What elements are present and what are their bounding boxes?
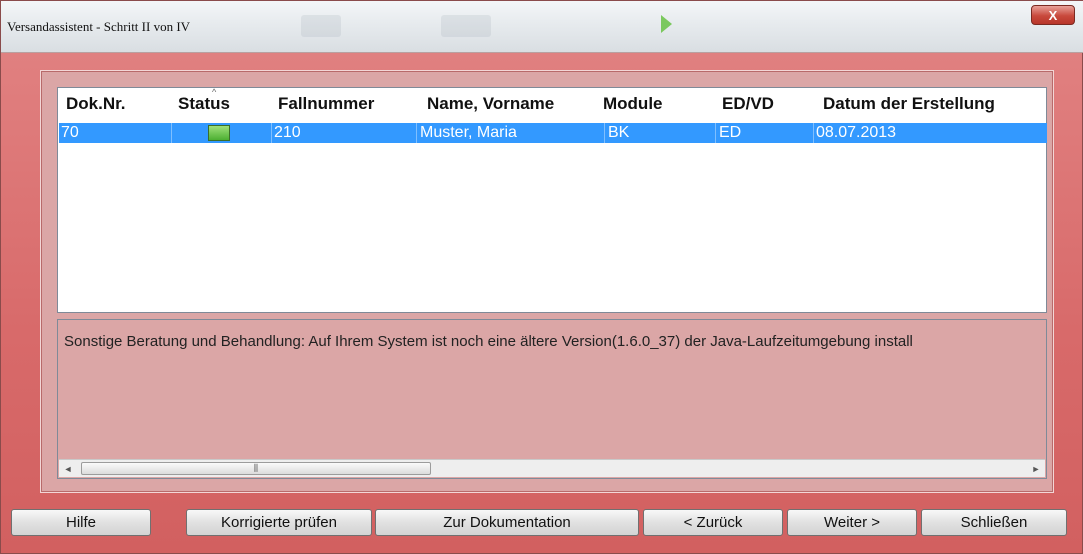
title-bar: Versandassistent - Schritt II von IV X	[1, 1, 1083, 53]
close-button[interactable]: X	[1031, 5, 1075, 25]
background-play-icon	[661, 15, 672, 33]
grid-header: Dok.Nr. Status ^ Fallnummer Name, Vornam…	[58, 87, 1046, 122]
cell-module: BK	[608, 124, 630, 141]
cell-datum: 08.07.2013	[816, 124, 897, 141]
cell-dok-nr: 70	[61, 124, 79, 141]
next-button[interactable]: Weiter >	[787, 509, 917, 536]
cell-fallnummer: 210	[274, 124, 301, 141]
column-header-status[interactable]: Status	[178, 94, 230, 114]
column-header-datum[interactable]: Datum der Erstellung	[823, 94, 995, 114]
scroll-thumb[interactable]: ⫼	[81, 462, 431, 475]
status-green-icon	[208, 125, 230, 141]
message-text: Sonstige Beratung und Behandlung: Auf Ih…	[64, 333, 913, 350]
cell-divider	[416, 123, 417, 143]
sort-ascending-icon: ^	[212, 87, 217, 97]
back-button[interactable]: < Zurück	[643, 509, 783, 536]
background-ghost	[301, 15, 341, 37]
scroll-right-icon[interactable]: ►	[1027, 460, 1045, 477]
cell-divider	[604, 123, 605, 143]
table-row[interactable]: 70 210 Muster, Maria BK ED 08.07.2013	[59, 123, 1047, 143]
background-ghost	[441, 15, 491, 37]
message-box[interactable]: Sonstige Beratung und Behandlung: Auf Ih…	[57, 319, 1047, 479]
check-corrected-button[interactable]: Korrigierte prüfen	[186, 509, 372, 536]
column-header-ed-vd[interactable]: ED/VD	[722, 94, 774, 114]
cell-ed-vd: ED	[719, 124, 742, 141]
window-title: Versandassistent - Schritt II von IV	[7, 19, 191, 34]
column-header-dok-nr[interactable]: Dok.Nr.	[66, 94, 126, 114]
cell-divider	[715, 123, 716, 143]
close-wizard-button[interactable]: Schließen	[921, 509, 1067, 536]
column-header-name[interactable]: Name, Vorname	[427, 94, 554, 114]
wizard-window: Versandassistent - Schritt II von IV X D…	[0, 0, 1083, 554]
cell-divider	[813, 123, 814, 143]
column-header-module[interactable]: Module	[603, 94, 663, 114]
document-grid[interactable]: Dok.Nr. Status ^ Fallnummer Name, Vornam…	[57, 87, 1047, 313]
column-header-fallnummer[interactable]: Fallnummer	[278, 94, 374, 114]
scroll-left-icon[interactable]: ◄	[59, 460, 77, 477]
cell-divider	[271, 123, 272, 143]
documentation-button[interactable]: Zur Dokumentation	[375, 509, 639, 536]
help-button[interactable]: Hilfe	[11, 509, 151, 536]
horizontal-scrollbar[interactable]: ◄ ⫼ ►	[59, 459, 1045, 477]
cell-divider	[171, 123, 172, 143]
cell-name: Muster, Maria	[420, 124, 517, 141]
